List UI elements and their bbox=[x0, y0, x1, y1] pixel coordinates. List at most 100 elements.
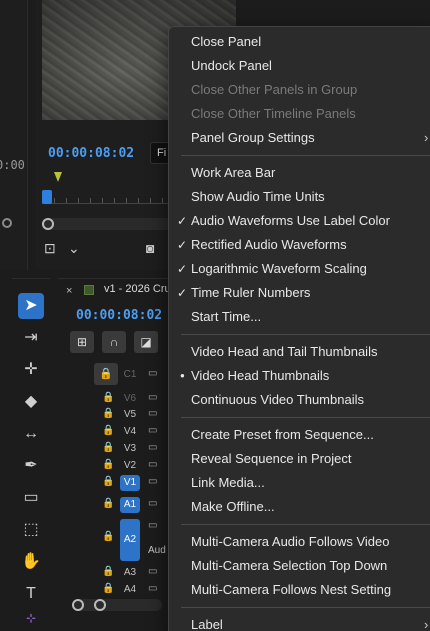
menu-item-panel-group-settings[interactable]: Panel Group Settings › bbox=[169, 127, 430, 149]
lock-icon[interactable]: 🔒 bbox=[102, 498, 114, 509]
menu-item-label: Multi-Camera Selection Top Down bbox=[191, 558, 388, 573]
track-select-tool-icon[interactable]: ⇥ bbox=[18, 325, 44, 351]
menu-separator bbox=[181, 155, 430, 156]
source-scroll-knob[interactable] bbox=[2, 218, 12, 228]
marquee-tool-icon[interactable]: ⬚ bbox=[18, 517, 44, 543]
track-header-v1[interactable]: 🔒 V1 ▭ bbox=[58, 475, 178, 491]
linked-selection-icon[interactable]: ◪ bbox=[134, 331, 158, 353]
lock-icon[interactable]: 🔒 bbox=[102, 459, 114, 470]
toggle-output-icon[interactable]: ▭ bbox=[148, 583, 157, 594]
timeline-scroll-left-handle[interactable] bbox=[72, 599, 84, 611]
lock-icon[interactable]: 🔒 bbox=[102, 425, 114, 436]
toggle-output-icon[interactable]: ▭ bbox=[148, 459, 157, 470]
timeline-scrollbar[interactable] bbox=[72, 599, 162, 611]
toggle-output-icon[interactable]: ▭ bbox=[148, 368, 157, 379]
track-target-toggle[interactable]: V4 bbox=[120, 424, 140, 440]
menu-item-label: Multi-Camera Follows Nest Setting bbox=[191, 582, 392, 597]
playhead-icon[interactable] bbox=[42, 190, 52, 204]
timeline-panel: × v1 - 2026 Cru 00:00:08:02 ⊞ ∩ ◪ 🔒 C1 ▭ 🔒… bbox=[58, 278, 178, 631]
toggle-output-icon[interactable]: ▭ bbox=[148, 520, 157, 531]
track-target-toggle[interactable]: V2 bbox=[120, 458, 140, 474]
track-target-toggle[interactable]: A4 bbox=[120, 582, 140, 598]
chevron-right-icon: › bbox=[424, 617, 429, 631]
menu-item-link-media[interactable]: Link Media... bbox=[169, 472, 430, 494]
menu-item-close-panel[interactable]: Close Panel bbox=[169, 31, 430, 53]
menu-item-label[interactable]: Label › bbox=[169, 614, 430, 631]
menu-item-video-head-thumbnails[interactable]: ● Video Head Thumbnails bbox=[169, 365, 430, 387]
track-target-toggle[interactable]: V3 bbox=[120, 441, 140, 457]
menu-item-create-preset-from-sequence[interactable]: Create Preset from Sequence... bbox=[169, 424, 430, 446]
timeline-scroll-right-handle[interactable] bbox=[94, 599, 106, 611]
menu-item-work-area-bar[interactable]: Work Area Bar bbox=[169, 162, 430, 184]
menu-item-start-time[interactable]: Start Time... bbox=[169, 306, 430, 328]
type-tool-icon[interactable]: T bbox=[18, 581, 44, 607]
lock-icon[interactable]: 🔒 bbox=[102, 408, 114, 419]
lock-icon[interactable]: 🔒 bbox=[102, 583, 114, 594]
toggle-output-icon[interactable]: ▭ bbox=[148, 408, 157, 419]
menu-item-audio-waveforms-use-label-color[interactable]: ✓ Audio Waveforms Use Label Color bbox=[169, 210, 430, 232]
track-header-v4[interactable]: 🔒 V4 ▭ bbox=[58, 424, 178, 440]
rectangle-tool-icon[interactable]: ▭ bbox=[18, 485, 44, 511]
snap-icon[interactable]: ∩ bbox=[102, 331, 126, 353]
marker-icon[interactable] bbox=[54, 172, 62, 182]
ripple-edit-tool-icon[interactable]: ✛ bbox=[18, 357, 44, 383]
menu-item-label: Label bbox=[191, 617, 223, 631]
menu-item-reveal-sequence-in-project[interactable]: Reveal Sequence in Project bbox=[169, 448, 430, 470]
lock-icon[interactable]: 🔒 bbox=[102, 476, 114, 487]
menu-item-multi-camera-selection-top-down[interactable]: Multi-Camera Selection Top Down bbox=[169, 555, 430, 577]
menu-item-multi-camera-audio-follows-video[interactable]: Multi-Camera Audio Follows Video bbox=[169, 531, 430, 553]
track-header-a3[interactable]: 🔒 A3 ▭ bbox=[58, 565, 178, 581]
track-header-a2[interactable]: 🔒 A2 ▭ Aud bbox=[58, 519, 178, 561]
track-target-toggle[interactable]: C1 bbox=[120, 367, 140, 383]
toggle-output-icon[interactable]: ▭ bbox=[148, 392, 157, 403]
toggle-output-icon[interactable]: ▭ bbox=[148, 442, 157, 453]
lock-icon[interactable]: 🔒 bbox=[102, 442, 114, 453]
toggle-output-icon[interactable]: ▭ bbox=[148, 425, 157, 436]
toggle-output-icon[interactable]: ▭ bbox=[148, 498, 157, 509]
menu-item-continuous-video-thumbnails[interactable]: Continuous Video Thumbnails bbox=[169, 389, 430, 411]
menu-item-time-ruler-numbers[interactable]: ✓ Time Ruler Numbers bbox=[169, 282, 430, 304]
safe-margins-icon[interactable]: ⊡ bbox=[44, 240, 56, 257]
lock-icon[interactable]: 🔒 bbox=[102, 566, 114, 577]
menu-item-multi-camera-follows-nest-setting[interactable]: Multi-Camera Follows Nest Setting bbox=[169, 579, 430, 601]
track-target-toggle[interactable]: V6 bbox=[120, 391, 140, 407]
app-window: 0:00 00:00:08:02 Fi ⊡ ⌄ ◙ ➤ ⇥ ✛ ◆ ↔ ✒ ▭ … bbox=[0, 0, 430, 631]
track-target-toggle[interactable]: A2 bbox=[120, 519, 140, 561]
pen-tool-icon[interactable]: ✒ bbox=[18, 453, 44, 479]
track-target-toggle[interactable]: A1 bbox=[120, 497, 140, 513]
timeline-tab-title[interactable]: v1 - 2026 Cru bbox=[104, 283, 171, 295]
razor-tool-icon[interactable]: ◆ bbox=[18, 389, 44, 415]
selection-tool-icon[interactable]: ➤ bbox=[18, 293, 44, 319]
track-target-toggle[interactable]: A3 bbox=[120, 565, 140, 581]
zoom-scroll-handle[interactable] bbox=[42, 218, 54, 230]
track-header-v2[interactable]: 🔒 V2 ▭ bbox=[58, 458, 178, 474]
track-header-a1[interactable]: 🔒 A1 ▭ bbox=[58, 497, 178, 513]
insert-nest-icon[interactable]: ⊞ bbox=[70, 331, 94, 353]
slip-tool-icon[interactable]: ↔ bbox=[18, 421, 44, 447]
track-header-v6[interactable]: 🔒 V6 ▭ bbox=[58, 391, 178, 407]
track-header-v3[interactable]: 🔒 V3 ▭ bbox=[58, 441, 178, 457]
track-header-v5[interactable]: 🔒 V5 ▭ bbox=[58, 407, 178, 423]
menu-item-undock-panel[interactable]: Undock Panel bbox=[169, 55, 430, 77]
menu-item-label: Close Other Timeline Panels bbox=[191, 106, 356, 121]
timeline-timecode[interactable]: 00:00:08:02 bbox=[76, 308, 162, 323]
track-header-c1[interactable]: C1 ▭ bbox=[58, 367, 178, 383]
export-frame-icon[interactable]: ◙ bbox=[146, 240, 154, 256]
program-timecode[interactable]: 00:00:08:02 bbox=[48, 146, 134, 161]
hand-tool-icon[interactable]: ✋ bbox=[18, 549, 44, 575]
menu-item-make-offline[interactable]: Make Offline... bbox=[169, 496, 430, 518]
toggle-output-icon[interactable]: ▭ bbox=[148, 476, 157, 487]
menu-item-video-head-and-tail-thumbnails[interactable]: Video Head and Tail Thumbnails bbox=[169, 341, 430, 363]
close-tab-icon[interactable]: × bbox=[66, 285, 72, 297]
menu-item-show-audio-time-units[interactable]: Show Audio Time Units bbox=[169, 186, 430, 208]
track-target-toggle[interactable]: V5 bbox=[120, 407, 140, 423]
caption-tool-icon[interactable]: ⊹ bbox=[18, 611, 44, 625]
menu-item-logarithmic-waveform-scaling[interactable]: ✓ Logarithmic Waveform Scaling bbox=[169, 258, 430, 280]
chevron-down-icon[interactable]: ⌄ bbox=[68, 240, 80, 257]
track-target-toggle[interactable]: V1 bbox=[120, 475, 140, 491]
track-header-a4[interactable]: 🔒 A4 ▭ bbox=[58, 582, 178, 598]
lock-icon[interactable]: 🔒 bbox=[102, 392, 114, 403]
toggle-output-icon[interactable]: ▭ bbox=[148, 566, 157, 577]
lock-icon[interactable]: 🔒 bbox=[102, 531, 114, 542]
menu-item-rectified-audio-waveforms[interactable]: ✓ Rectified Audio Waveforms bbox=[169, 234, 430, 256]
